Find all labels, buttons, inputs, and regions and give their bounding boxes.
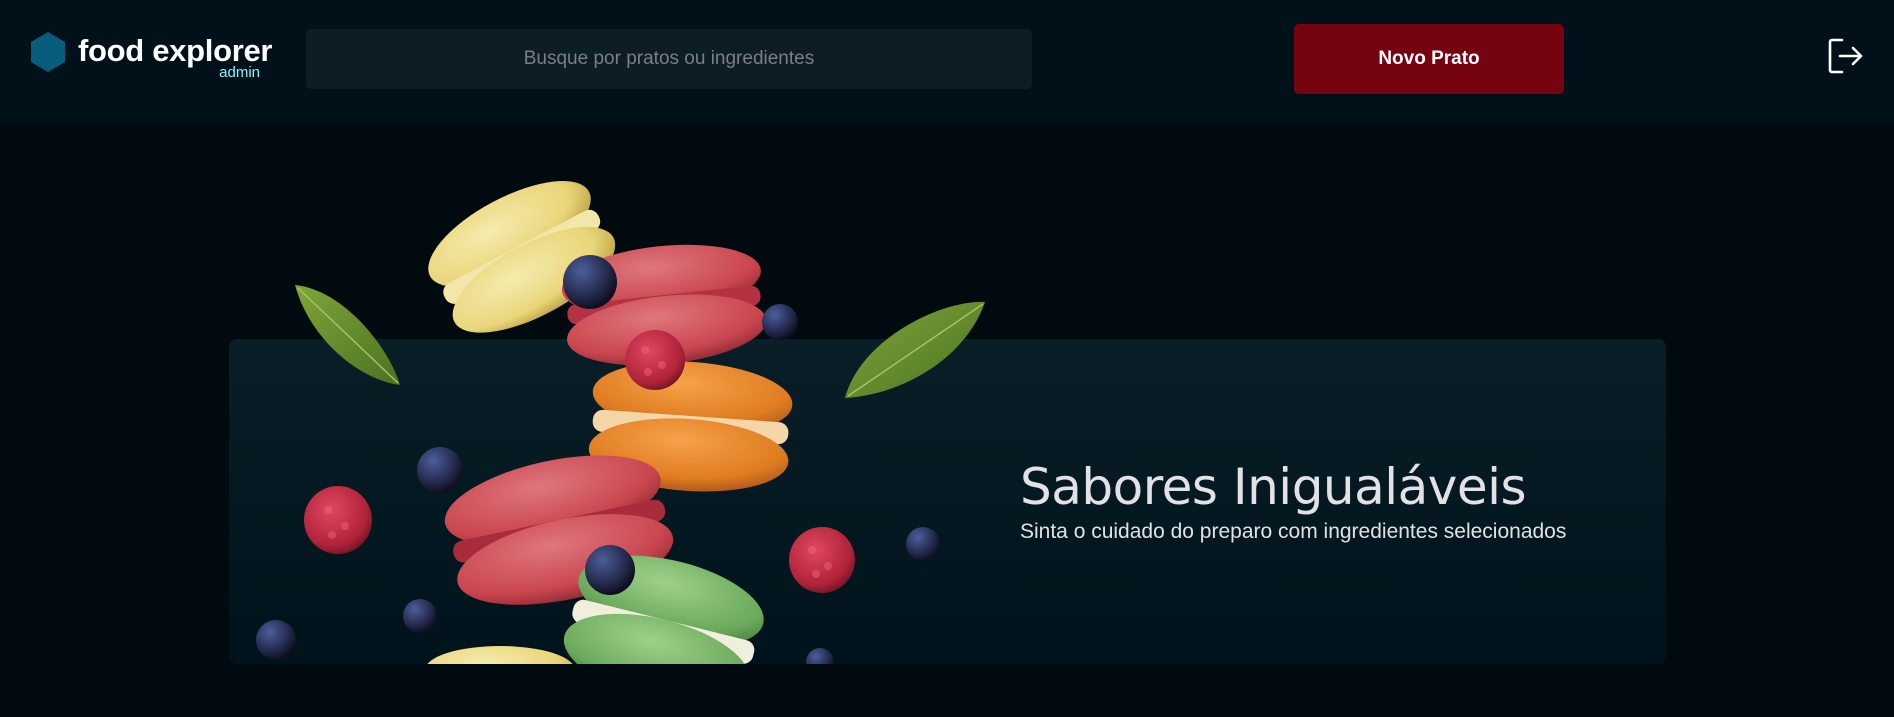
brand-logo[interactable]: food explorer admin: [30, 28, 272, 86]
hexagon-logo-icon: [31, 32, 65, 72]
top-header: food explorer admin Novo Prato: [0, 0, 1894, 124]
banner-text-block: Sabores Inigualáveis Sinta o cuidado do …: [1020, 458, 1640, 544]
search-input[interactable]: [306, 29, 1032, 89]
new-dish-button[interactable]: Novo Prato: [1294, 24, 1564, 94]
leaf-left: [295, 285, 400, 385]
leaf-right: [845, 301, 985, 398]
search-bar[interactable]: [306, 29, 1032, 89]
banner-subtitle: Sinta o cuidado do preparo com ingredien…: [1020, 520, 1567, 543]
banner-title: Sabores Inigualáveis: [1020, 458, 1527, 516]
sign-out-icon[interactable]: [1826, 36, 1866, 76]
macarons-image: [250, 150, 1010, 664]
brand-role-label: admin: [219, 64, 260, 81]
